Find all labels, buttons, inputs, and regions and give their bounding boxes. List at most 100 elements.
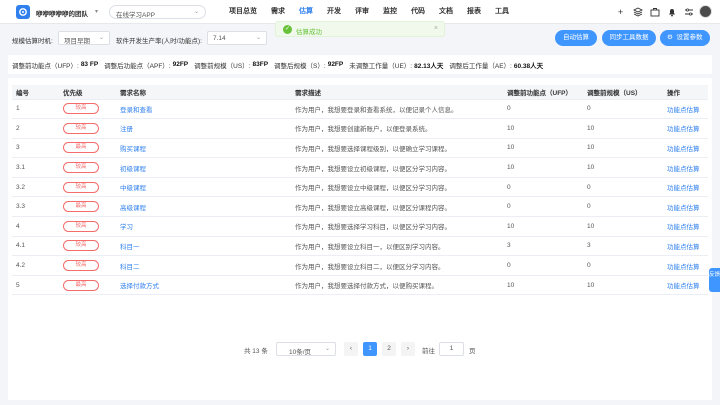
metric-label: 未调整工作量（UE）: bbox=[349, 62, 413, 70]
requirement-name-link[interactable]: 选择付款方式 bbox=[120, 283, 159, 290]
column-header-id: 编号 bbox=[12, 85, 59, 100]
requirements-table: 编号 优先级 需求名称 需求描述 调整前功能点（UFP） 调整前规模（US） 操… bbox=[12, 85, 708, 296]
cell-id: 4.1 bbox=[12, 236, 59, 257]
priority-badge: 较高 bbox=[63, 162, 99, 174]
function-point-estimate-link[interactable]: 功能点估算 bbox=[667, 224, 700, 231]
settings-sliders-icon[interactable] bbox=[682, 5, 695, 18]
requirement-name-link[interactable]: 科目一 bbox=[120, 244, 140, 251]
metric-value: 60.38人天 bbox=[513, 62, 544, 70]
prev-page-button[interactable]: ‹ bbox=[344, 342, 358, 356]
metric-value: 83FP bbox=[252, 61, 269, 68]
cell-description: 作为用户，我想要设立科目二，以便区分学习内容。 bbox=[291, 255, 503, 276]
app-logo[interactable] bbox=[16, 5, 30, 19]
next-page-button[interactable]: › bbox=[401, 342, 415, 356]
briefcase-icon[interactable] bbox=[648, 5, 661, 18]
function-point-estimate-link[interactable]: 功能点估算 bbox=[667, 126, 700, 133]
function-point-estimate-link[interactable]: 功能点估算 bbox=[667, 283, 700, 290]
chevron-down-icon: ⌄ bbox=[98, 35, 104, 41]
goto-label: 前往 bbox=[422, 348, 435, 355]
cell-action: 功能点估算 bbox=[663, 275, 708, 296]
cell-name: 高级课程 bbox=[116, 196, 291, 218]
requirement-name-link[interactable]: 高级课程 bbox=[120, 205, 146, 212]
cell-priority: 较高 bbox=[59, 118, 116, 139]
cell-ufp: 0 bbox=[503, 255, 583, 276]
table-header: 编号 优先级 需求名称 需求描述 调整前功能点（UFP） 调整前规模（US） 操… bbox=[12, 85, 708, 100]
requirement-name-link[interactable]: 科目二 bbox=[120, 264, 140, 271]
function-point-estimate-link[interactable]: 功能点估算 bbox=[667, 205, 700, 212]
function-point-estimate-link[interactable]: 功能点估算 bbox=[667, 166, 700, 173]
cell-us: 10 bbox=[583, 157, 663, 178]
nav-item-tools[interactable]: 工具 bbox=[488, 0, 516, 24]
cell-id: 4.2 bbox=[12, 255, 59, 276]
cell-action: 功能点估算 bbox=[663, 236, 708, 257]
page-button-1[interactable]: 1 bbox=[363, 342, 377, 356]
cell-description: 作为用户，我想要创建新账户，以便登录系统。 bbox=[291, 118, 503, 139]
nav-item-overview[interactable]: 项目总览 bbox=[222, 0, 264, 24]
cell-id: 5 bbox=[12, 275, 59, 296]
cell-name: 科目二 bbox=[116, 255, 291, 276]
cell-id: 3 bbox=[12, 138, 59, 159]
cell-ufp: 10 bbox=[503, 157, 583, 178]
requirement-name-link[interactable]: 登录和查看 bbox=[120, 107, 153, 114]
page-button-2[interactable]: 2 bbox=[382, 342, 396, 356]
cell-ufp: 10 bbox=[503, 138, 583, 159]
cell-description: 作为用户，我想要选择课程级别，以便确立学习课程。 bbox=[291, 138, 503, 159]
app-selector[interactable]: 在线学习APP ⌄ bbox=[109, 5, 206, 19]
requirement-name-link[interactable]: 注册 bbox=[120, 126, 133, 133]
metric-value: 92FP bbox=[172, 61, 189, 68]
cell-action: 功能点估算 bbox=[663, 177, 708, 198]
avatar[interactable] bbox=[699, 5, 712, 18]
cell-ufp: 10 bbox=[503, 275, 583, 296]
cell-id: 1 bbox=[12, 99, 59, 120]
cell-name: 初级课程 bbox=[116, 157, 291, 178]
bell-icon[interactable] bbox=[665, 5, 678, 18]
plus-icon[interactable]: + bbox=[614, 5, 627, 18]
table-row: 5 最高 选择付款方式 作为用户，我想要选择付款方式，以便购买课程。 10 10 功能点估算 bbox=[12, 275, 708, 296]
table-row: 2 较高 注册 作为用户，我想要创建新账户，以便登录系统。 10 10 功能点估算 bbox=[12, 118, 708, 139]
chevron-down-icon[interactable]: ▾ bbox=[95, 8, 98, 15]
requirement-name-link[interactable]: 初级课程 bbox=[120, 166, 146, 173]
cell-action: 功能点估算 bbox=[663, 196, 708, 218]
page-size-select[interactable]: 10条/页 ⌄ bbox=[276, 342, 336, 356]
team-name[interactable]: 咿咿咿咿咿的团队 bbox=[36, 8, 88, 18]
requirement-name-link[interactable]: 购买课程 bbox=[120, 146, 146, 153]
function-point-estimate-link[interactable]: 功能点估算 bbox=[667, 146, 700, 153]
cell-ufp: 10 bbox=[503, 216, 583, 237]
timing-label: 规模估算时机: bbox=[12, 38, 53, 45]
page-size-value: 10条/页 bbox=[289, 349, 312, 356]
cell-name: 登录和查看 bbox=[116, 99, 291, 120]
nav-item-reports[interactable]: 报表 bbox=[460, 0, 488, 24]
auto-estimate-button[interactable]: 自动估算 bbox=[555, 30, 597, 46]
cell-description: 作为用户，我想要登录和查看系统，以便记录个人信息。 bbox=[291, 99, 503, 120]
cell-us: 10 bbox=[583, 275, 663, 296]
chevron-down-icon: ⌄ bbox=[324, 346, 330, 352]
requirement-name-link[interactable]: 中级课程 bbox=[120, 185, 146, 192]
timing-select[interactable]: 项目早期 ⌄ bbox=[58, 31, 110, 45]
sync-tool-data-button[interactable]: 同步工具数据 bbox=[602, 30, 656, 46]
cell-name: 选择付款方式 bbox=[116, 275, 291, 296]
cell-ufp: 3 bbox=[503, 236, 583, 257]
chevron-down-icon: ⌄ bbox=[255, 35, 261, 41]
metric-value: 92FP bbox=[327, 61, 344, 68]
gear-icon: ⚙ bbox=[667, 34, 673, 41]
function-point-estimate-link[interactable]: 功能点估算 bbox=[667, 244, 700, 251]
function-point-estimate-link[interactable]: 功能点估算 bbox=[667, 185, 700, 192]
function-point-estimate-link[interactable]: 功能点估算 bbox=[667, 107, 700, 114]
function-point-estimate-link[interactable]: 功能点估算 bbox=[667, 264, 700, 271]
goto-page-input[interactable]: 1 bbox=[439, 342, 464, 356]
chevron-down-icon: ⌄ bbox=[193, 9, 199, 15]
feedback-tab[interactable]: 反馈 bbox=[709, 268, 720, 292]
requirement-name-link[interactable]: 学习 bbox=[120, 224, 133, 231]
estimation-summary: 调整前功能点（UFP）: 83 FP 调整后功能点（APF）: 92FP 调整前规模… bbox=[8, 55, 712, 74]
cell-id: 2 bbox=[12, 118, 59, 139]
cell-id: 3.3 bbox=[12, 196, 59, 218]
layers-icon[interactable] bbox=[631, 5, 644, 18]
productivity-select[interactable]: 7.14 ⌄ bbox=[207, 31, 267, 45]
pagination-total: 共 13 条 bbox=[244, 348, 268, 355]
table-row: 4.2 较高 科目二 作为用户，我想要设立科目二，以便区分学习内容。 0 0 功能点估算 bbox=[12, 255, 708, 276]
cell-action: 功能点估算 bbox=[663, 255, 708, 276]
set-params-button[interactable]: ⚙ 设置参数 bbox=[660, 30, 710, 46]
pagination: 共 13 条 10条/页 ⌄ ‹ 1 2 › 前往 1 页 bbox=[8, 341, 712, 357]
metric-label: 调整后功能点（APF）: bbox=[104, 62, 171, 70]
cell-name: 中级课程 bbox=[116, 177, 291, 198]
